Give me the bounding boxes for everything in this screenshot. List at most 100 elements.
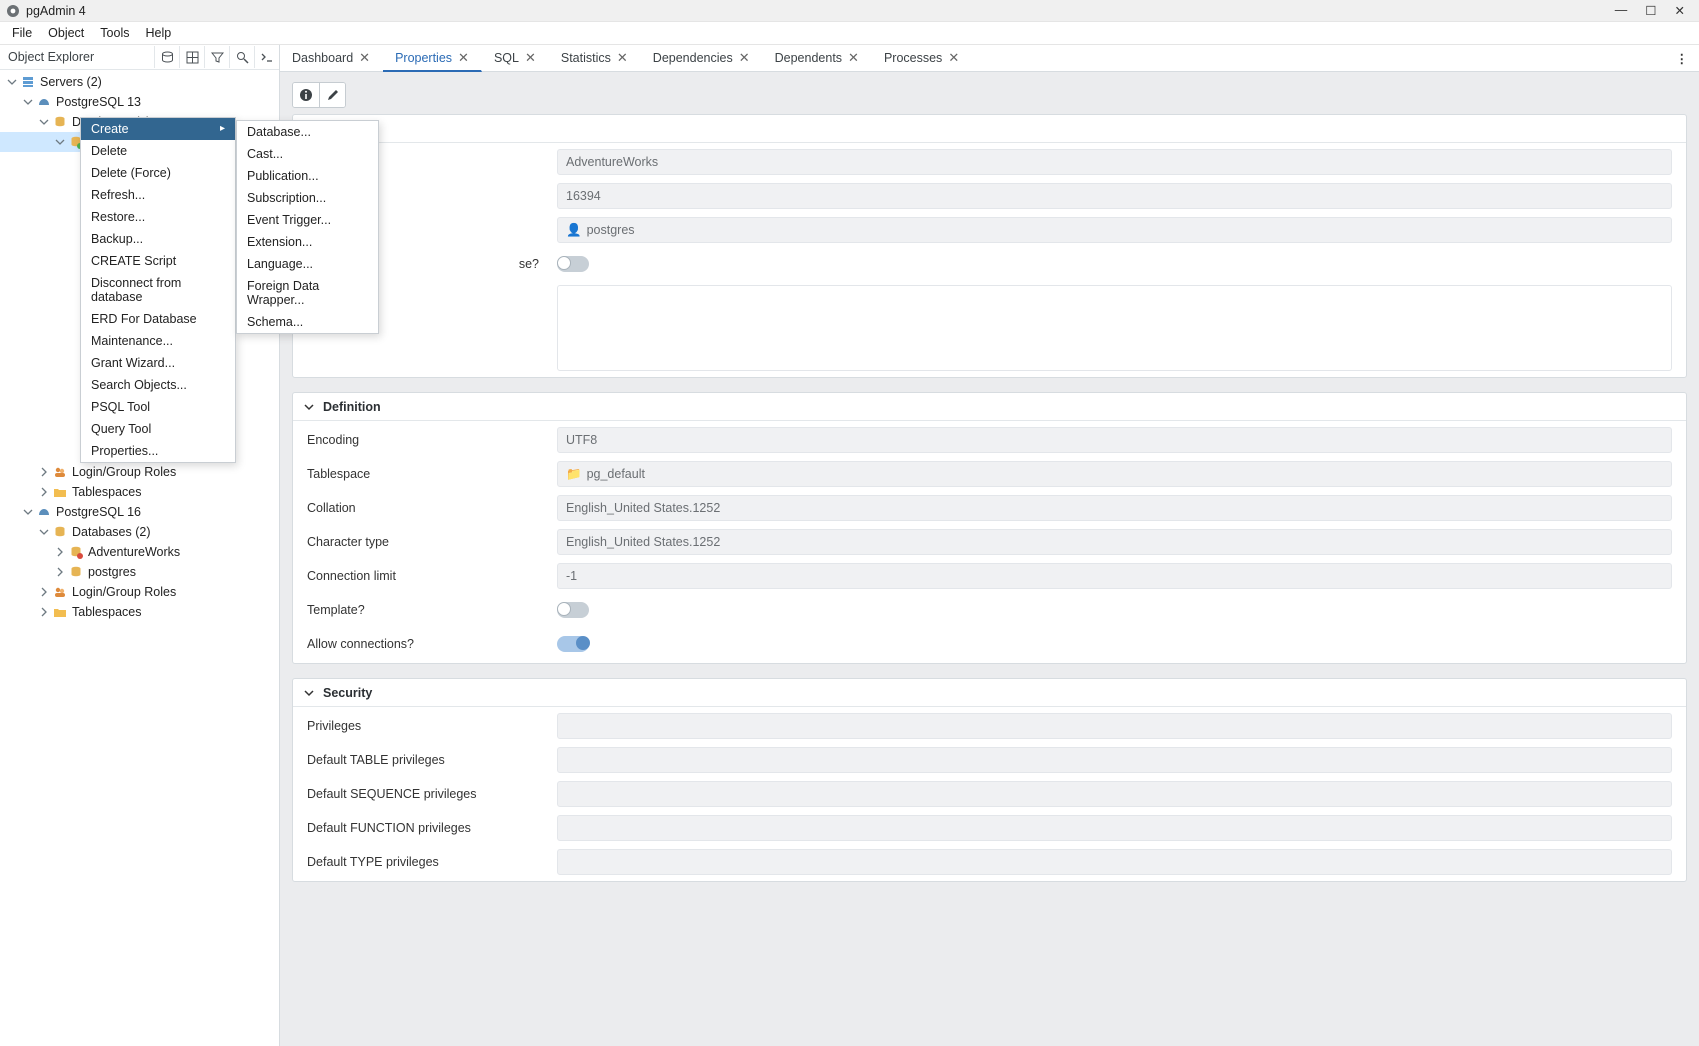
- menu-help[interactable]: Help: [137, 24, 179, 42]
- field-character-type: English_United States.1252: [557, 529, 1672, 555]
- folder-icon: [52, 604, 68, 620]
- sub-event-trigger[interactable]: Event Trigger...: [237, 209, 378, 231]
- ctx-search-objects[interactable]: Search Objects...: [81, 374, 235, 396]
- ctx-grant-wizard[interactable]: Grant Wizard...: [81, 352, 235, 374]
- field-connection-limit: -1: [557, 563, 1672, 589]
- menu-bar: File Object Tools Help: [0, 22, 1699, 45]
- field-table-privileges: [557, 747, 1672, 773]
- context-menu: Create▸ Delete Delete (Force) Refresh...…: [80, 117, 236, 463]
- window-title: pgAdmin 4: [26, 4, 86, 18]
- tab-dependencies[interactable]: Dependencies✕: [641, 45, 763, 71]
- ctx-disconnect[interactable]: Disconnect from database: [81, 272, 235, 308]
- toggle-template[interactable]: [557, 602, 589, 618]
- sidebar-search-button[interactable]: [229, 46, 254, 68]
- database-icon: [68, 564, 84, 580]
- field-type-privileges: [557, 849, 1672, 875]
- database-connected-icon: [68, 544, 84, 560]
- tab-overflow-button[interactable]: ⋮: [1666, 51, 1699, 66]
- sub-publication[interactable]: Publication...: [237, 165, 378, 187]
- sub-schema[interactable]: Schema...: [237, 311, 378, 333]
- sidebar-terminal-button[interactable]: [254, 46, 279, 68]
- close-icon[interactable]: ✕: [848, 50, 859, 66]
- chevron-down-icon[interactable]: [303, 687, 315, 699]
- panel-general: General DatabaseAdventureWorks OID16394 …: [292, 114, 1687, 378]
- sidebar-grid-button[interactable]: [179, 46, 204, 68]
- sub-cast[interactable]: Cast...: [237, 143, 378, 165]
- field-tablespace: 📁pg_default: [557, 461, 1672, 487]
- tree-node-postgres-16[interactable]: postgres: [0, 562, 279, 582]
- close-icon[interactable]: ✕: [948, 50, 959, 66]
- field-encoding: UTF8: [557, 427, 1672, 453]
- menu-tools[interactable]: Tools: [92, 24, 137, 42]
- tree-node-tablespaces-16[interactable]: Tablespaces: [0, 602, 279, 622]
- toggle-allow-connections[interactable]: [557, 636, 589, 652]
- context-submenu-create: Database... Cast... Publication... Subsc…: [236, 120, 379, 334]
- sub-subscription[interactable]: Subscription...: [237, 187, 378, 209]
- sidebar-filter-button[interactable]: [204, 46, 229, 68]
- close-icon[interactable]: ✕: [739, 50, 750, 66]
- main-content: Dashboard✕ Properties✕ SQL✕ Statistics✕ …: [280, 45, 1699, 1046]
- menu-file[interactable]: File: [4, 24, 40, 42]
- sidebar-dbserver-button[interactable]: [154, 46, 179, 68]
- folder-icon: 📁: [566, 467, 582, 482]
- tab-bar: Dashboard✕ Properties✕ SQL✕ Statistics✕ …: [280, 45, 1699, 72]
- object-explorer: Object Explorer Servers (2) PostgreSQL 1…: [0, 45, 280, 1046]
- field-function-privileges: [557, 815, 1672, 841]
- tab-dependents[interactable]: Dependents✕: [763, 45, 872, 71]
- tree-node-pg13[interactable]: PostgreSQL 13: [0, 92, 279, 112]
- user-icon: 👤: [566, 223, 582, 238]
- tree-node-pg16[interactable]: PostgreSQL 16: [0, 502, 279, 522]
- close-icon[interactable]: ✕: [458, 50, 469, 66]
- close-icon[interactable]: ✕: [525, 50, 536, 66]
- ctx-properties[interactable]: Properties...: [81, 440, 235, 462]
- tree-node-adventureworks-16[interactable]: AdventureWorks: [0, 542, 279, 562]
- toggle-system-db[interactable]: [557, 256, 589, 272]
- ctx-erd[interactable]: ERD For Database: [81, 308, 235, 330]
- close-icon[interactable]: ✕: [617, 50, 628, 66]
- elephant-icon: [36, 94, 52, 110]
- close-icon[interactable]: ✕: [359, 50, 370, 66]
- window-close[interactable]: ✕: [1675, 3, 1685, 18]
- tree-node-databases-16[interactable]: Databases (2): [0, 522, 279, 542]
- tree-node-login-roles-16[interactable]: Login/Group Roles: [0, 582, 279, 602]
- field-oid: 16394: [557, 183, 1672, 209]
- panel-security: Security Privileges Default TABLE privil…: [292, 678, 1687, 882]
- window-minimize[interactable]: —: [1615, 3, 1628, 18]
- ctx-psql-tool[interactable]: PSQL Tool: [81, 396, 235, 418]
- database-icon: [52, 114, 68, 130]
- elephant-icon: [36, 504, 52, 520]
- field-collation: English_United States.1252: [557, 495, 1672, 521]
- ctx-backup[interactable]: Backup...: [81, 228, 235, 250]
- tab-sql[interactable]: SQL✕: [482, 45, 549, 71]
- field-comment[interactable]: [557, 285, 1672, 371]
- sub-database[interactable]: Database...: [237, 121, 378, 143]
- ctx-restore[interactable]: Restore...: [81, 206, 235, 228]
- ctx-query-tool[interactable]: Query Tool: [81, 418, 235, 440]
- ctx-refresh[interactable]: Refresh...: [81, 184, 235, 206]
- ctx-delete[interactable]: Delete: [81, 140, 235, 162]
- tree-node-tablespaces-13[interactable]: Tablespaces: [0, 482, 279, 502]
- sidebar-title: Object Explorer: [0, 50, 94, 64]
- ctx-maintenance[interactable]: Maintenance...: [81, 330, 235, 352]
- chevron-down-icon[interactable]: [303, 401, 315, 413]
- ctx-delete-force[interactable]: Delete (Force): [81, 162, 235, 184]
- ctx-create-script[interactable]: CREATE Script: [81, 250, 235, 272]
- database-icon: [52, 524, 68, 540]
- tree-node-login-roles-13[interactable]: Login/Group Roles: [0, 462, 279, 482]
- field-sequence-privileges: [557, 781, 1672, 807]
- sub-fdw[interactable]: Foreign Data Wrapper...: [237, 275, 378, 311]
- tab-statistics[interactable]: Statistics✕: [549, 45, 641, 71]
- field-owner: 👤postgres: [557, 217, 1672, 243]
- window-titlebar: pgAdmin 4 — ☐ ✕: [0, 0, 1699, 22]
- menu-object[interactable]: Object: [40, 24, 92, 42]
- sub-extension[interactable]: Extension...: [237, 231, 378, 253]
- tree-node-servers[interactable]: Servers (2): [0, 72, 279, 92]
- info-button[interactable]: [293, 83, 319, 107]
- tab-processes[interactable]: Processes✕: [872, 45, 972, 71]
- tab-properties[interactable]: Properties✕: [383, 46, 482, 72]
- window-maximize[interactable]: ☐: [1645, 3, 1656, 18]
- tab-dashboard[interactable]: Dashboard✕: [280, 45, 383, 71]
- edit-button[interactable]: [319, 83, 345, 107]
- ctx-create[interactable]: Create▸: [81, 118, 235, 140]
- sub-language[interactable]: Language...: [237, 253, 378, 275]
